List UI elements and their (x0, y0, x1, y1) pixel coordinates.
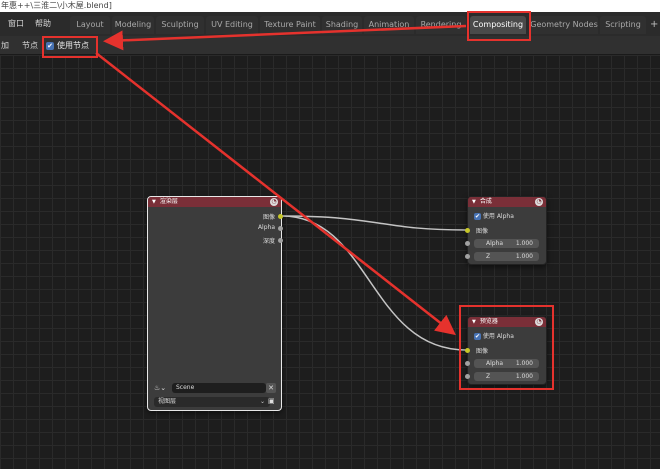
arrow-use-nodes-to-viewer (95, 52, 456, 336)
arrow-compositing-to-use-nodes (103, 24, 467, 51)
annotation-arrows (95, 24, 467, 336)
